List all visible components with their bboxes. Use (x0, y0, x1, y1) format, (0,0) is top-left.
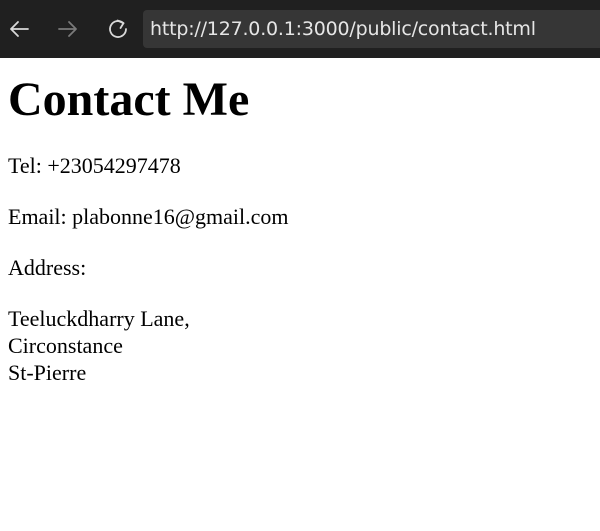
telephone-text: Tel: +23054297478 (8, 153, 181, 178)
page-title: Contact Me (8, 73, 250, 126)
browser-toolbar: http://127.0.0.1:3000/public/contact.htm… (0, 0, 600, 58)
page-content: Contact Me Tel: +23054297478 Email: plab… (0, 58, 600, 531)
arrow-right-icon (58, 21, 77, 37)
back-button[interactable] (4, 12, 34, 46)
address-url[interactable]: http://127.0.0.1:3000/public/contact.htm… (150, 18, 536, 40)
address-line: St-Pierre (8, 360, 87, 385)
address-line: Circonstance (8, 333, 123, 358)
forward-button[interactable] (53, 12, 83, 46)
address-block: Teeluckdharry Lane, Circonstance St-Pier… (8, 305, 592, 386)
address-bar[interactable]: http://127.0.0.1:3000/public/contact.htm… (143, 10, 600, 48)
address-line: Teeluckdharry Lane, (8, 306, 190, 331)
email-text: Email: plabonne16@gmail.com (8, 204, 289, 229)
arrow-left-icon (10, 21, 29, 37)
address-label: Address: (8, 255, 87, 280)
reload-icon (109, 19, 127, 38)
reload-button[interactable] (103, 12, 133, 46)
